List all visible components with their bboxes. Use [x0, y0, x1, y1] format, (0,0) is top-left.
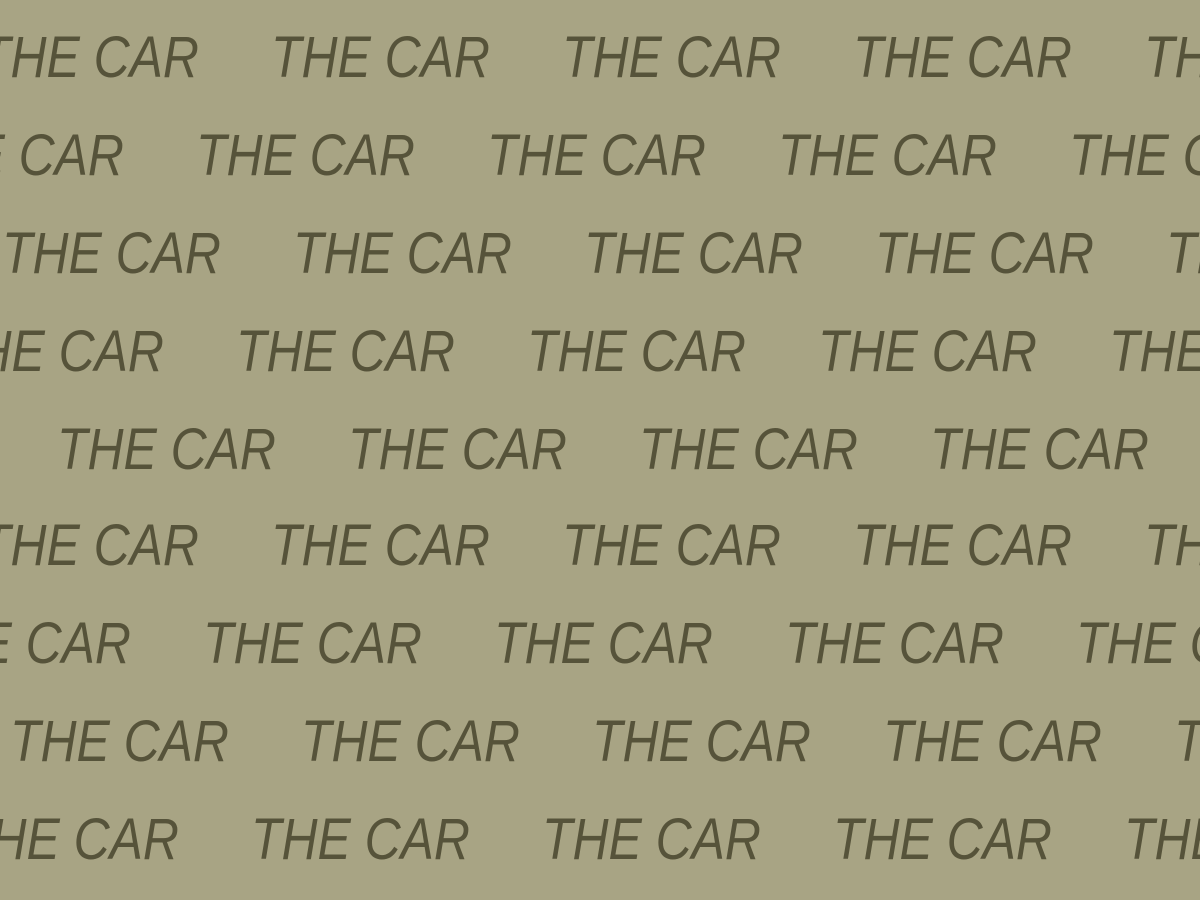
pattern-word: THE CAR [853, 25, 1072, 90]
pattern-word: THE CAR [301, 709, 520, 774]
pattern-word: THE CAR [203, 611, 422, 676]
pattern-word: THE CAR [196, 123, 415, 188]
pattern-word: THE CAR [1144, 25, 1200, 90]
pattern-word: THE CAR [271, 25, 490, 90]
pattern-word: THE CAR [494, 611, 713, 676]
pattern-word: THE CAR [487, 123, 706, 188]
pattern-word: THE CAR [1144, 513, 1200, 578]
pattern-word: THE CAR [818, 319, 1037, 384]
pattern-word: THE CAR [0, 319, 164, 384]
pattern-word: THE CAR [778, 123, 997, 188]
pattern-word: THE CAR [57, 417, 276, 482]
pattern-word: THE CAR [0, 807, 179, 872]
pattern-word: THE CAR [251, 807, 470, 872]
pattern-word: THE CAR [785, 611, 1004, 676]
pattern-word: THE CAR [0, 611, 131, 676]
pattern-word: THE CAR [293, 221, 512, 286]
pattern-word: THE CAR [236, 319, 455, 384]
pattern-word: THE CAR [853, 513, 1072, 578]
pattern-word: THE CAR [639, 417, 858, 482]
pattern-word: THE CAR [1166, 221, 1200, 286]
pattern-word: THE CAR [271, 513, 490, 578]
wordmark-pattern-canvas: THE CAR THE CAR THE CAR THE CAR THE CAR THE C… [0, 0, 1200, 900]
pattern-word: THE CAR [10, 709, 229, 774]
pattern-word: THE CAR [833, 807, 1052, 872]
pattern-word: THE CAR [527, 319, 746, 384]
pattern-word: THE CAR [348, 417, 567, 482]
pattern-word: THE CAR [0, 25, 199, 90]
pattern-word: THE CAR [1076, 611, 1200, 676]
pattern-word: THE CAR [584, 221, 803, 286]
pattern-word: THE CAR [542, 807, 761, 872]
pattern-word: THE CAR [1174, 712, 1200, 772]
pattern-word: THE CAR [0, 123, 124, 188]
pattern-word: THE CAR [875, 221, 1094, 286]
pattern-word: THE CAR [2, 221, 221, 286]
pattern-word: THE CAR [930, 417, 1149, 482]
pattern-word: THE CAR [592, 709, 811, 774]
pattern-word: THE CAR [883, 709, 1102, 774]
pattern-word: THE CAR [1069, 123, 1200, 188]
pattern-word: THE CAR [1109, 319, 1200, 384]
pattern-word: THE CAR [562, 513, 781, 578]
pattern-word: THE CAR [0, 513, 199, 578]
pattern-word: THE CAR [562, 25, 781, 90]
pattern-word: THE CAR [1124, 807, 1200, 872]
